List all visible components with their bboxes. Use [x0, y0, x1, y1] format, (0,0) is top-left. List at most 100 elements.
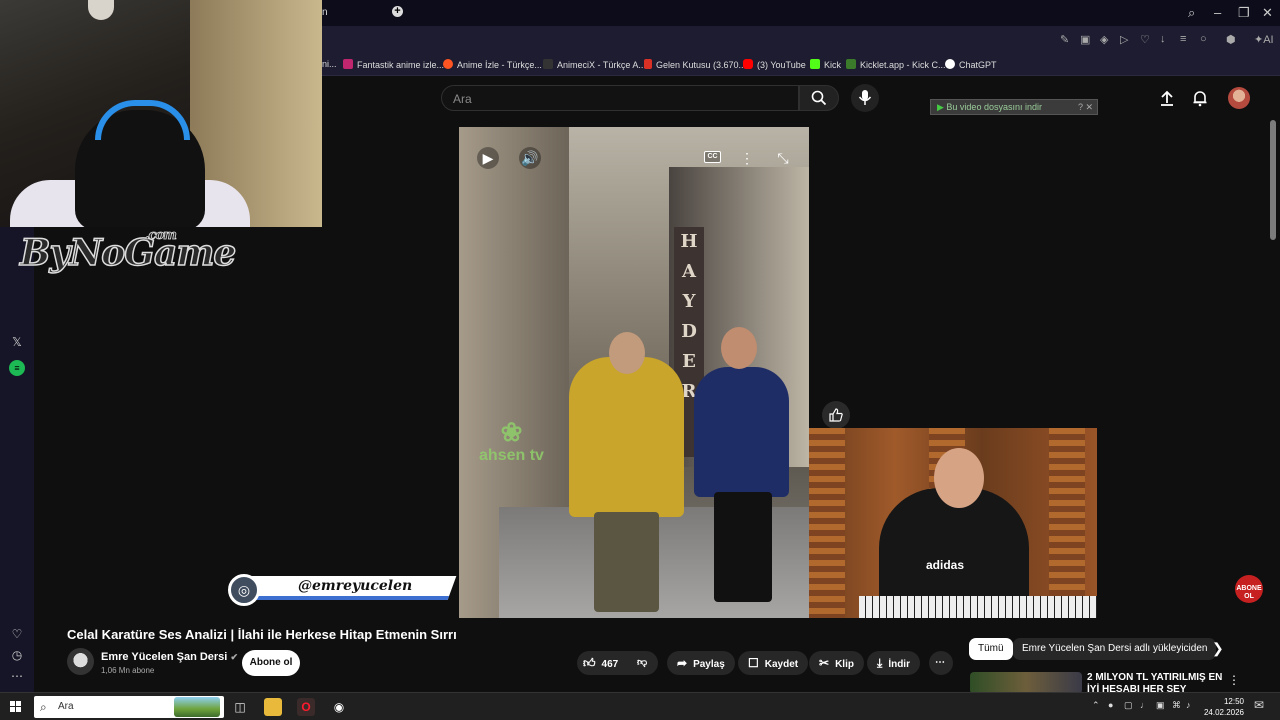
heart-icon[interactable]: ♡ [1140, 33, 1150, 46]
download-button[interactable]: ⤓ İndir [867, 651, 920, 675]
search-tabs-icon[interactable]: ⌕ [1188, 5, 1195, 21]
channel-watermark: ❀ ahsen tv [479, 417, 544, 464]
extension-icon[interactable]: ⬢ [1226, 33, 1236, 46]
download-icon[interactable]: ↓ [1160, 33, 1166, 45]
avatar[interactable] [1228, 87, 1250, 109]
minimize-icon[interactable]: – [1214, 5, 1221, 20]
bookmark-item[interactable]: (3) YouTube [743, 59, 806, 70]
bookmark-item[interactable]: Kicklet.app - Kick C... [846, 59, 946, 70]
play-button[interactable]: ▶ [477, 147, 499, 169]
streamer-face [934, 448, 984, 508]
save-button[interactable]: ☐ Kaydet [738, 651, 809, 675]
brand-logo: ByNoGame .com [19, 228, 237, 275]
video-person [694, 367, 789, 497]
play-icon[interactable]: ▷ [1120, 33, 1128, 46]
chevron-right-icon[interactable]: ❯ [1212, 640, 1224, 657]
tray-chevron-icon[interactable]: ⌃ [1092, 700, 1100, 711]
opera-icon[interactable]: O [297, 698, 315, 716]
more-icon[interactable]: ⋮ [1228, 673, 1240, 687]
windows-taskbar: ⌕ Ara ◫ O ◉ ⌃ ● ▢ ♩ ▣ ⌘ ♪ 12:50 24.02.20… [0, 692, 1280, 720]
dislike-icon[interactable]: 👎︎ [637, 651, 647, 675]
network-icon[interactable]: ⌘ [1172, 700, 1181, 711]
piano-keys [859, 596, 1097, 618]
channel-avatar[interactable] [67, 648, 94, 675]
new-tab-icon[interactable]: + [392, 6, 403, 17]
bookmark-item[interactable]: AnimeciX - Türkçe A... [543, 59, 646, 70]
tray-app-icon[interactable]: ▢ [1124, 700, 1133, 711]
spotify-icon[interactable]: ≡ [9, 360, 25, 376]
x-icon[interactable]: 𝕏 [9, 334, 25, 350]
channel-name[interactable]: Emre Yücelen Şan Dersi ✔ [101, 651, 238, 663]
search-placeholder: Ara [453, 92, 472, 106]
heart-icon[interactable]: ♡ [9, 626, 25, 642]
instagram-handle: @emreyucelen [298, 578, 413, 594]
video-person [569, 357, 684, 517]
search-highlight-image [174, 697, 220, 717]
menu-icon[interactable]: ≡ [1180, 33, 1186, 45]
taskbar-search[interactable]: ⌕ Ara [34, 696, 224, 718]
like-overlay-button[interactable] [822, 401, 850, 429]
bookmark-item[interactable]: ni... [322, 59, 337, 69]
captions-icon[interactable]: CC [704, 151, 721, 163]
headset-icon [95, 100, 190, 140]
microphone-icon[interactable]: ♩ [1140, 700, 1149, 710]
video-download-bar[interactable]: ▶ Bu video dosyasını indir ? ✕ [930, 99, 1098, 115]
subscriber-count: 1,06 Mn abone [101, 666, 155, 675]
bookmark-item[interactable]: Kick [810, 59, 841, 70]
fullscreen-icon[interactable]: ⤡ [772, 147, 794, 169]
volume-icon[interactable]: ♪ [1186, 700, 1191, 710]
bookmark-item[interactable]: ChatGPT [945, 59, 997, 70]
shield-icon[interactable]: ◈ [1100, 33, 1108, 46]
subscribe-button[interactable]: Abone ol [242, 650, 300, 676]
chip-uploader[interactable]: Emre Yücelen Şan Dersi adlı yükleyiciden [1013, 638, 1217, 660]
clip-button[interactable]: ✂ Klip [809, 651, 864, 675]
ai-button[interactable]: ✦AI [1254, 33, 1274, 46]
recommendation-title[interactable]: 2 MİLYON TL YATIRILMIŞ EN İYİ HESABI HER… [1087, 672, 1227, 692]
voice-search-button[interactable] [851, 84, 879, 112]
ai-label: AI [1263, 34, 1274, 46]
scissors-icon: ✂ [819, 656, 830, 670]
edit-icon[interactable]: ✎ [1060, 33, 1069, 46]
history-icon[interactable]: ◷ [9, 647, 25, 663]
page-scrollbar[interactable] [1270, 120, 1276, 240]
upload-icon[interactable] [1158, 89, 1176, 107]
close-icon[interactable]: ? ✕ [1078, 100, 1093, 114]
notifications-icon[interactable]: ✉ [1254, 698, 1264, 712]
windows-start-icon[interactable] [10, 701, 22, 713]
streamer-camera: adidas [809, 428, 1097, 618]
restore-icon[interactable]: ❐ [1238, 5, 1250, 21]
help-icon[interactable]: ? [1078, 102, 1083, 112]
more-icon[interactable]: ⋯ [9, 668, 25, 684]
system-clock[interactable]: 12:50 24.02.2026 [1198, 696, 1244, 718]
video-person [721, 327, 757, 369]
more-actions-button[interactable]: ⋯ [929, 651, 953, 675]
verified-icon: ✔ [230, 652, 238, 662]
notifications-icon[interactable] [1191, 89, 1209, 107]
tray-app-icon[interactable]: ▣ [1156, 700, 1165, 711]
taskbar-search-placeholder: Ara [58, 701, 74, 712]
profile-icon[interactable]: ○ [1200, 33, 1207, 45]
tray-app-icon[interactable]: ● [1108, 700, 1113, 710]
chip-all[interactable]: Tümü [969, 638, 1013, 660]
like-button[interactable]: 👍︎ 467 👎︎ [577, 651, 658, 675]
task-view-icon[interactable]: ◫ [231, 698, 249, 716]
thumbs-up-icon: 👍︎ [583, 656, 596, 670]
video-person [594, 512, 659, 612]
download-bar-label: Bu video dosyasını indir [946, 102, 1042, 112]
bookmark-item[interactable]: Gelen Kutusu (3.670... [644, 59, 746, 70]
search-input[interactable]: Ara [441, 85, 799, 111]
bookmark-item[interactable]: Fantastik anime izle... [343, 59, 444, 70]
share-button[interactable]: ➦ Paylaş [667, 651, 735, 675]
webcam-overlay [0, 0, 322, 227]
camera-icon[interactable]: ▣ [1080, 33, 1090, 46]
settings-dots-icon[interactable]: ⋮ [736, 147, 758, 169]
recommendation-thumbnail[interactable] [970, 672, 1082, 694]
file-explorer-icon[interactable] [264, 698, 282, 716]
app-icon[interactable]: ◉ [330, 698, 348, 716]
tab-fragment[interactable]: n [322, 7, 328, 18]
video-frame[interactable]: HAYDER ❀ ahsen tv [459, 127, 809, 618]
search-button[interactable] [799, 85, 839, 111]
volume-icon[interactable]: 🔊 [519, 147, 541, 169]
bookmark-item[interactable]: Anime İzle - Türkçe... [443, 59, 542, 70]
close-icon[interactable]: ✕ [1262, 5, 1273, 21]
